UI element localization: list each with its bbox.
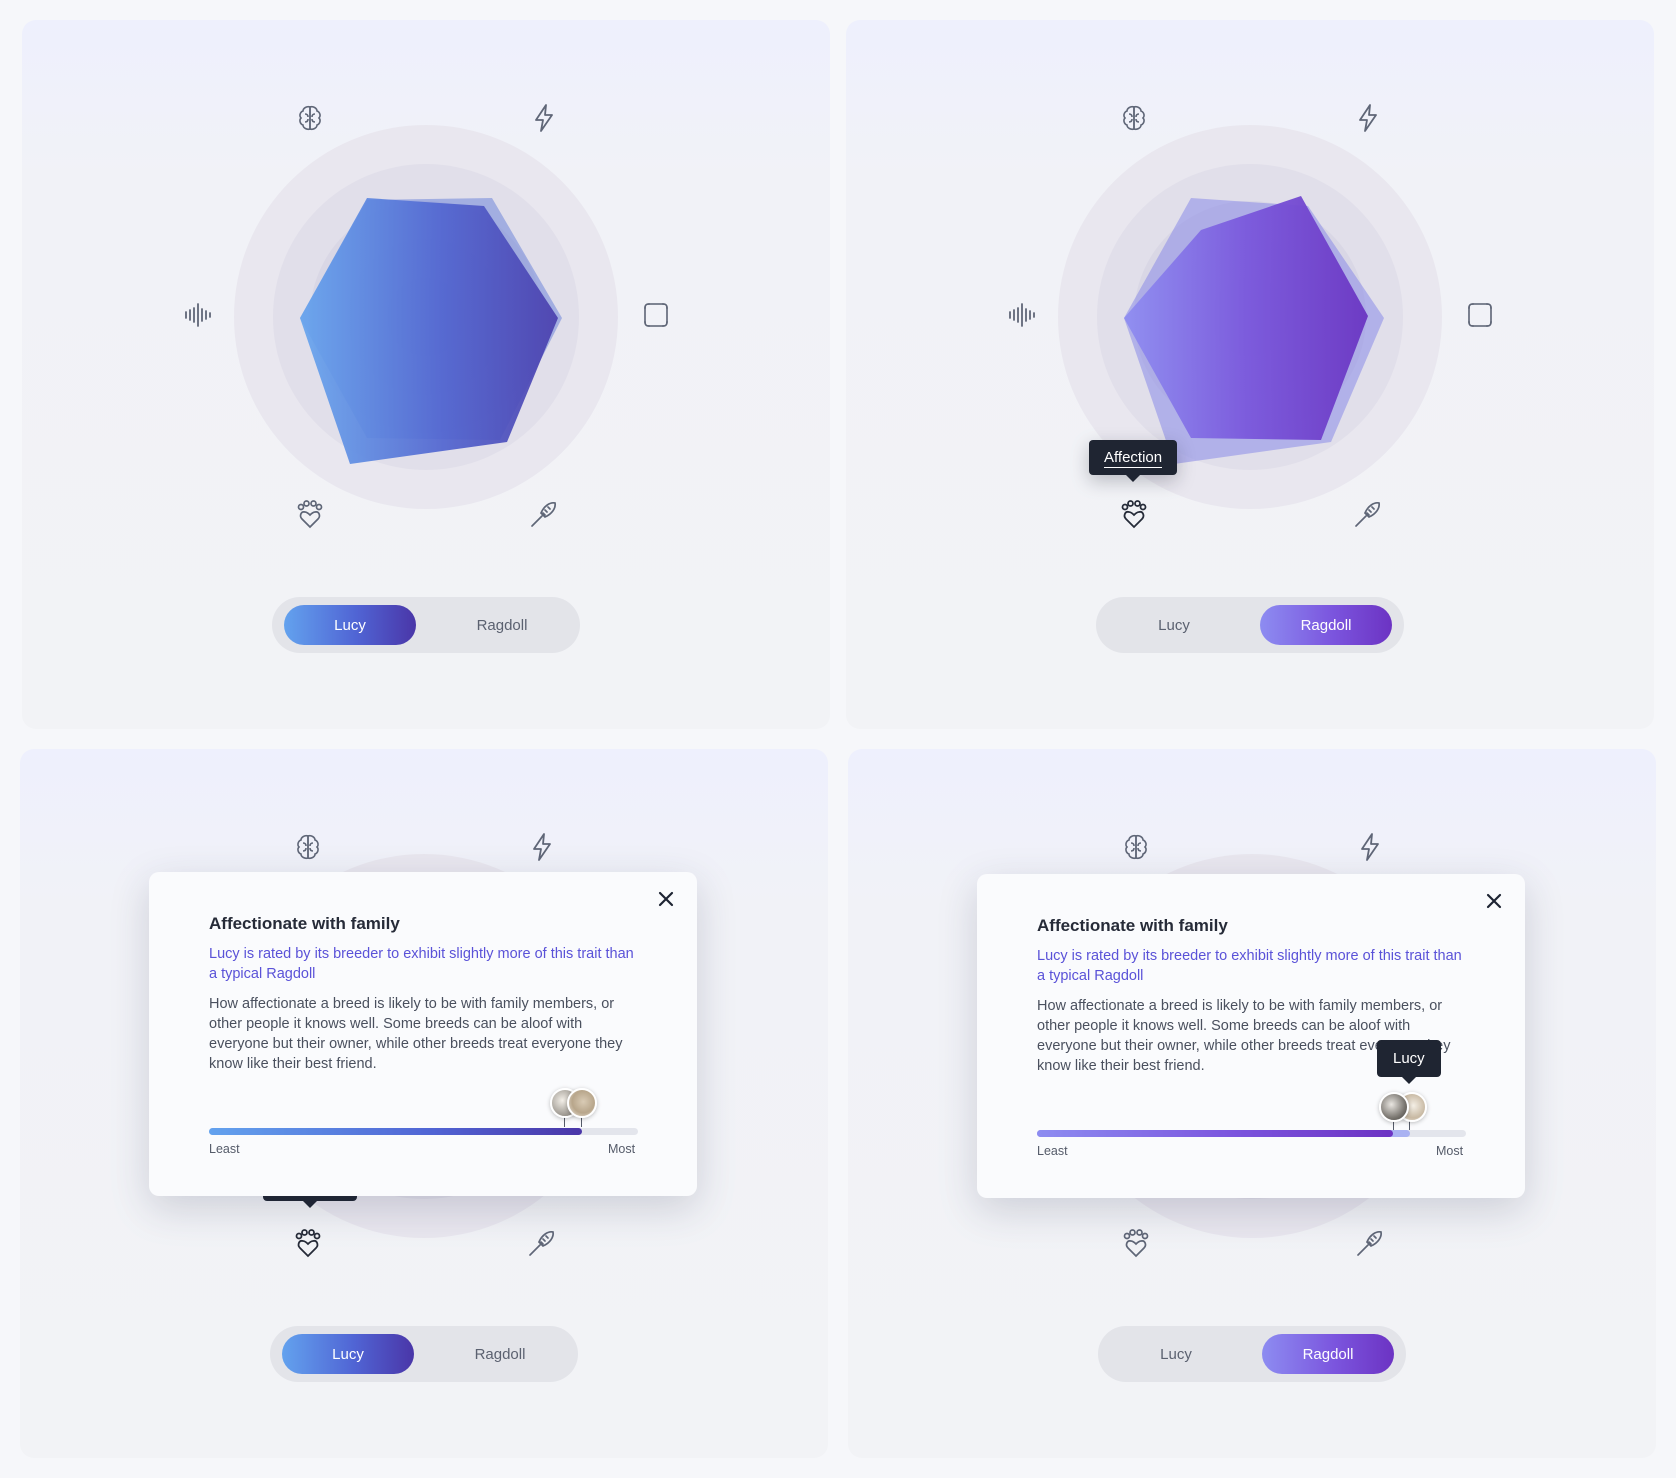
trait-panel-ragdoll: Affection Lucy Ragdoll — [846, 20, 1654, 729]
trait-panel-ragdoll-detail: Affectionate with family Lucy is rated b… — [848, 749, 1656, 1458]
lightning-icon[interactable] — [524, 829, 560, 865]
lucy-fill — [209, 1128, 583, 1135]
lucy-avatar[interactable] — [567, 1088, 597, 1118]
profile-toggle: Lucy Ragdoll — [1098, 1326, 1406, 1382]
trait-scale-track — [1037, 1130, 1466, 1137]
brush-icon[interactable] — [526, 496, 562, 532]
scale-max-label: Most — [1436, 1144, 1464, 1158]
brush-icon[interactable] — [524, 1225, 560, 1261]
scale-max-label: Most — [608, 1142, 636, 1156]
ragdoll-tick — [564, 1117, 565, 1127]
lightning-icon[interactable] — [1352, 829, 1388, 865]
tooltip-stub-arrow — [303, 1201, 317, 1208]
ragdoll-fill — [1037, 1130, 1394, 1137]
paw-heart-icon[interactable] — [292, 496, 328, 532]
lightning-icon[interactable] — [526, 100, 562, 136]
lightning-icon[interactable] — [1350, 100, 1386, 136]
trait-scale-track — [209, 1128, 638, 1135]
trait-tooltip: Affection — [1089, 440, 1178, 482]
ragdoll-toggle-button[interactable]: Ragdoll — [436, 605, 568, 645]
sound-wave-icon[interactable] — [180, 297, 216, 333]
lucy-toggle-button[interactable]: Lucy — [284, 605, 416, 645]
brain-icon[interactable] — [1116, 100, 1152, 136]
frame-corners-icon[interactable] — [1462, 297, 1498, 333]
scale-min-label: Least — [209, 1142, 240, 1156]
lucy-tick — [581, 1117, 582, 1127]
close-icon[interactable] — [1481, 888, 1507, 914]
marker-tooltip: Lucy — [1377, 1040, 1441, 1084]
lucy-toggle-button[interactable]: Lucy — [1110, 1334, 1242, 1374]
ragdoll-toggle-button[interactable]: Ragdoll — [434, 1334, 566, 1374]
frame-corners-icon[interactable] — [638, 297, 674, 333]
close-icon[interactable] — [653, 886, 679, 912]
lucy-toggle-button[interactable]: Lucy — [1108, 605, 1240, 645]
trait-detail-card: Affectionate with family Lucy is rated b… — [149, 872, 697, 1196]
trait-detail-card: Affectionate with family Lucy is rated b… — [977, 874, 1525, 1198]
ragdoll-avatar[interactable] — [1379, 1092, 1409, 1122]
lucy-toggle-button[interactable]: Lucy — [282, 1334, 414, 1374]
detail-title: Affectionate with family — [1037, 916, 1228, 935]
profile-toggle: Lucy Ragdoll — [1096, 597, 1404, 653]
detail-summary: Lucy is rated by its breeder to exhibit … — [1037, 948, 1462, 984]
detail-title: Affectionate with family — [209, 914, 400, 933]
profile-toggle: Lucy Ragdoll — [272, 597, 580, 653]
paw-heart-icon[interactable] — [1116, 496, 1152, 532]
trait-panel-lucy: Lucy Ragdoll — [22, 20, 830, 729]
paw-heart-icon[interactable] — [290, 1225, 326, 1261]
sound-wave-icon[interactable] — [1004, 297, 1040, 333]
scale-min-label: Least — [1037, 1144, 1068, 1158]
tooltip-label: Affection — [1104, 449, 1163, 468]
paw-heart-icon[interactable] — [1118, 1225, 1154, 1261]
brain-icon[interactable] — [290, 829, 326, 865]
detail-summary: Lucy is rated by its breeder to exhibit … — [209, 946, 634, 982]
brush-icon[interactable] — [1352, 1225, 1388, 1261]
ragdoll-toggle-button[interactable]: Ragdoll — [1260, 605, 1392, 645]
ragdoll-toggle-button[interactable]: Ragdoll — [1262, 1334, 1394, 1374]
profile-toggle: Lucy Ragdoll — [270, 1326, 578, 1382]
trait-panel-lucy-detail: Affectionate with family Lucy is rated b… — [20, 749, 828, 1458]
brain-icon[interactable] — [292, 100, 328, 136]
brush-icon[interactable] — [1350, 496, 1386, 532]
brain-icon[interactable] — [1118, 829, 1154, 865]
detail-description: How affectionate a breed is likely to be… — [209, 996, 623, 1072]
